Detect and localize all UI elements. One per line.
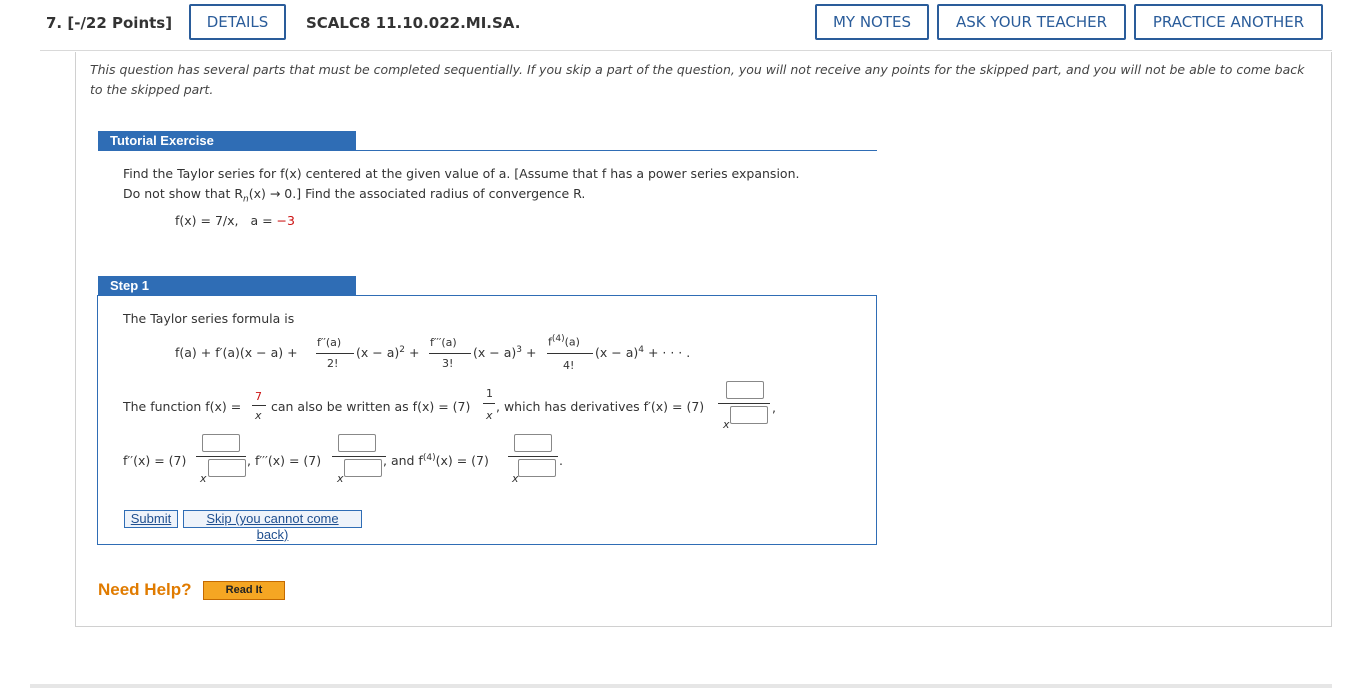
read-it-button[interactable]: Read It bbox=[203, 581, 285, 600]
details-button[interactable]: DETAILS bbox=[189, 4, 286, 40]
practice-another-button[interactable]: PRACTICE ANOTHER bbox=[1134, 4, 1323, 40]
f4-exponent-input[interactable] bbox=[518, 459, 556, 477]
frac-bar bbox=[252, 405, 266, 406]
f3-exponent-input[interactable] bbox=[344, 459, 382, 477]
question-header: 7. [-/22 Points] DETAILS SCALC8 11.10.02… bbox=[0, 0, 1352, 46]
f3-numerator-input[interactable] bbox=[338, 434, 376, 452]
a-value: −3 bbox=[276, 213, 295, 228]
f4-numerator-input[interactable] bbox=[514, 434, 552, 452]
function-rewrite-a: The function f(x) = bbox=[123, 399, 242, 414]
f2-label: f′′(x) = (7) bbox=[123, 453, 187, 468]
intro-text: This question has several parts that mus… bbox=[90, 62, 1305, 97]
submit-button[interactable]: Submit bbox=[124, 510, 178, 528]
function-rewrite-b: can also be written as f(x) = (7) bbox=[271, 399, 471, 414]
f3-label: , f′′′(x) = (7) bbox=[247, 453, 322, 468]
derivative-fprime-label: , which has derivatives f′(x) = (7) bbox=[496, 399, 705, 414]
question-code: SCALC8 11.10.022.MI.SA. bbox=[306, 14, 521, 32]
skip-button[interactable]: Skip (you cannot come back) bbox=[183, 510, 362, 542]
f2-numerator-input[interactable] bbox=[202, 434, 240, 452]
fprime-numerator-input[interactable] bbox=[726, 381, 764, 399]
f2-exponent-input[interactable] bbox=[208, 459, 246, 477]
problem-function: f(x) = 7/x, a = −3 bbox=[175, 213, 295, 228]
tutorial-rule bbox=[98, 150, 877, 151]
frac-numerator: 7 bbox=[255, 390, 262, 403]
x-denominator: x bbox=[486, 409, 493, 422]
f4-label: , and f(4)(x) = (7) bbox=[383, 453, 489, 469]
question-number: 7. [-/22 Points] bbox=[46, 14, 173, 32]
formula-intro: The Taylor series formula is bbox=[123, 311, 295, 326]
problem-line-2: Do not show that Rn(x) → 0.] Find the as… bbox=[123, 186, 586, 205]
ask-teacher-button[interactable]: ASK YOUR TEACHER bbox=[937, 4, 1126, 40]
need-help-label: Need Help? bbox=[98, 580, 192, 599]
my-notes-button[interactable]: MY NOTES bbox=[815, 4, 929, 40]
header-divider bbox=[40, 50, 1332, 51]
frac-denominator: x bbox=[255, 409, 262, 422]
one-numerator: 1 bbox=[486, 387, 493, 400]
page-bottom-divider bbox=[30, 684, 1332, 688]
step1-heading: Step 1 bbox=[98, 276, 356, 296]
fprime-exponent-input[interactable] bbox=[730, 406, 768, 424]
tutorial-heading: Tutorial Exercise bbox=[98, 131, 356, 151]
problem-line-1: Find the Taylor series for f(x) centered… bbox=[123, 166, 800, 181]
